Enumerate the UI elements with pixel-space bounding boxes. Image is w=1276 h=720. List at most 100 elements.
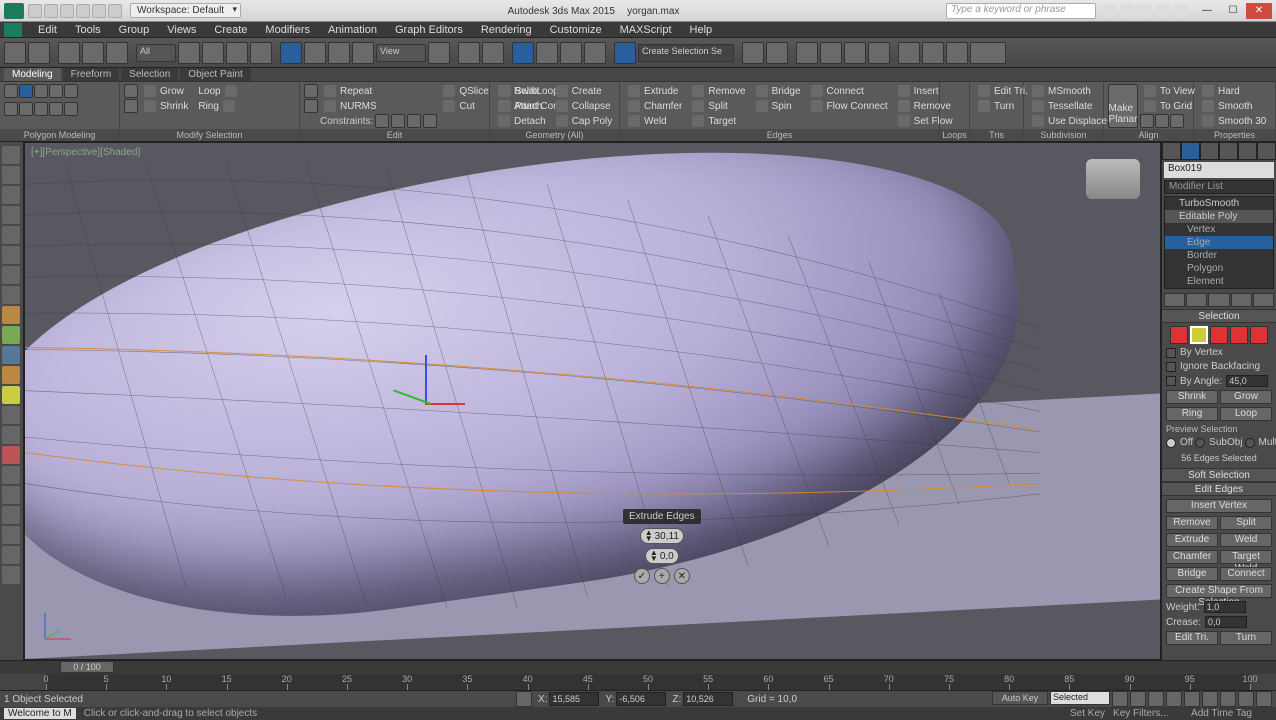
bind-spacewarp-icon[interactable] — [106, 42, 128, 64]
chamfer-button[interactable]: Chamfer — [624, 99, 686, 113]
ribbon-tab-selection[interactable]: Selection — [121, 68, 178, 81]
weld-button[interactable]: Weld — [624, 114, 686, 128]
undo-icon[interactable] — [4, 42, 26, 64]
nurms-button[interactable]: NURMS — [320, 99, 437, 113]
toggle-ribbon-icon[interactable] — [820, 42, 842, 64]
stack-vertex[interactable]: Vertex — [1165, 223, 1273, 236]
extrude-button[interactable]: Extrude — [1166, 533, 1218, 547]
cut-button[interactable]: Cut — [439, 99, 492, 113]
keyboard-shortcut-icon[interactable] — [482, 42, 504, 64]
targetweld-button[interactable]: Target — [688, 114, 749, 128]
viewport[interactable]: [+][Perspective][Shaded] Extrude Edges ▲… — [24, 142, 1161, 660]
unlink-icon[interactable] — [82, 42, 104, 64]
preview-off-radio[interactable]: Off — [1166, 437, 1193, 448]
panel-title[interactable]: Align — [1104, 129, 1193, 141]
link-icon[interactable] — [58, 42, 80, 64]
lt-color-4[interactable] — [2, 366, 20, 384]
connect-button[interactable]: Connect — [807, 84, 892, 98]
bridge-button[interactable]: Bridge — [752, 84, 805, 98]
timetag-button[interactable]: Add Time Tag — [1191, 708, 1252, 719]
lt-color-3[interactable] — [2, 346, 20, 364]
panel-title[interactable]: Subdivision — [1024, 129, 1103, 141]
prev-sel-icon[interactable] — [124, 84, 138, 98]
bridge-button[interactable]: Bridge — [1166, 567, 1218, 581]
rollout-softsel[interactable]: Soft Selection — [1162, 468, 1276, 482]
nav-zoom-icon[interactable] — [1202, 691, 1218, 707]
lt-6[interactable] — [2, 246, 20, 264]
select-by-name-icon[interactable] — [202, 42, 224, 64]
panel-title[interactable]: Edges — [620, 129, 939, 141]
help-search-input[interactable]: Type a keyword or phrase — [946, 3, 1096, 19]
smooth30-button[interactable]: Smooth 30 — [1198, 114, 1270, 128]
prev-frame-icon[interactable] — [1130, 691, 1146, 707]
split-button[interactable]: Split — [688, 99, 749, 113]
select-region-icon[interactable] — [226, 42, 248, 64]
goto-end-icon[interactable] — [1184, 691, 1200, 707]
ribbon-tab-modeling[interactable]: Modeling — [4, 68, 61, 81]
so-polygon-icon[interactable] — [49, 84, 63, 98]
select-move-icon[interactable] — [280, 42, 302, 64]
menu-customize[interactable]: Customize — [542, 23, 610, 37]
panel-title[interactable]: Loops — [940, 129, 969, 141]
x-input[interactable] — [549, 692, 599, 706]
so-vertex-icon[interactable] — [4, 84, 18, 98]
stack-element[interactable]: Element — [1165, 275, 1273, 288]
curve-editor-icon[interactable] — [844, 42, 866, 64]
lt-color-6[interactable] — [2, 446, 20, 464]
panel-title[interactable]: Polygon Modeling — [0, 129, 119, 141]
stack-border[interactable]: Border — [1165, 249, 1273, 262]
flowconnect-button[interactable]: Flow Connect — [807, 99, 892, 113]
select-rotate-icon[interactable] — [304, 42, 326, 64]
panel-title[interactable]: Edit — [300, 129, 489, 141]
window-crossing-icon[interactable] — [250, 42, 272, 64]
z-input[interactable] — [683, 692, 733, 706]
make-unique-icon[interactable] — [1208, 293, 1229, 307]
spinner-snap-icon[interactable] — [584, 42, 606, 64]
tessellate-button[interactable]: Tessellate — [1028, 99, 1111, 113]
smooth-button[interactable]: Smooth — [1198, 99, 1270, 113]
keymode-dropdown[interactable]: Selected — [1050, 691, 1110, 705]
cp-tab-motion-icon[interactable] — [1219, 142, 1238, 160]
lt-10[interactable] — [2, 426, 20, 444]
poly-btn-2[interactable] — [19, 102, 33, 116]
application-menu-button[interactable] — [4, 23, 22, 37]
lt-color-1[interactable] — [2, 306, 20, 324]
modifier-stack[interactable]: TurboSmooth Editable Poly Vertex Edge Bo… — [1164, 196, 1274, 289]
percent-snap-icon[interactable] — [560, 42, 582, 64]
nav-zoomext-icon[interactable] — [1238, 691, 1254, 707]
play-icon[interactable] — [1148, 691, 1164, 707]
lt-15[interactable] — [2, 546, 20, 564]
poly-btn-1[interactable] — [4, 102, 18, 116]
detach-button[interactable]: Detach — [494, 114, 550, 128]
lt-3[interactable] — [2, 186, 20, 204]
cp-tab-create-icon[interactable] — [1162, 142, 1181, 160]
attach-button[interactable]: Attach — [494, 99, 550, 113]
poly-btn-4[interactable] — [49, 102, 63, 116]
menu-grapheditors[interactable]: Graph Editors — [387, 23, 471, 37]
lt-7[interactable] — [2, 266, 20, 284]
cp-tab-hierarchy-icon[interactable] — [1200, 142, 1219, 160]
msmooth-button[interactable]: MSmooth — [1028, 84, 1111, 98]
lt-13[interactable] — [2, 506, 20, 524]
caddy-apply-icon[interactable]: + — [654, 568, 670, 584]
relax-button[interactable]: Relax — [494, 84, 550, 98]
repeat-button[interactable]: Repeat — [320, 84, 437, 98]
lt-14[interactable] — [2, 526, 20, 544]
connect-button[interactable]: Connect — [1220, 567, 1272, 581]
weight-input[interactable] — [1204, 601, 1246, 613]
cp-tab-utilities-icon[interactable] — [1257, 142, 1276, 160]
poly-btn-3[interactable] — [34, 102, 48, 116]
redo-icon[interactable] — [28, 42, 50, 64]
use-pivot-center-icon[interactable] — [428, 42, 450, 64]
align-z-button[interactable] — [1170, 114, 1184, 128]
shrink-button[interactable]: Shrink — [1166, 390, 1218, 404]
stack-edge[interactable]: Edge — [1165, 236, 1273, 249]
so-border-icon[interactable] — [34, 84, 48, 98]
crease-input[interactable] — [1205, 616, 1247, 628]
so-edge-icon[interactable] — [1190, 326, 1208, 344]
cp-tab-display-icon[interactable] — [1238, 142, 1257, 160]
qat-new-icon[interactable] — [28, 4, 42, 18]
poly-btn-5[interactable] — [64, 102, 78, 116]
qslice-button[interactable]: QSlice — [439, 84, 492, 98]
panel-title[interactable]: Modify Selection — [120, 129, 299, 141]
